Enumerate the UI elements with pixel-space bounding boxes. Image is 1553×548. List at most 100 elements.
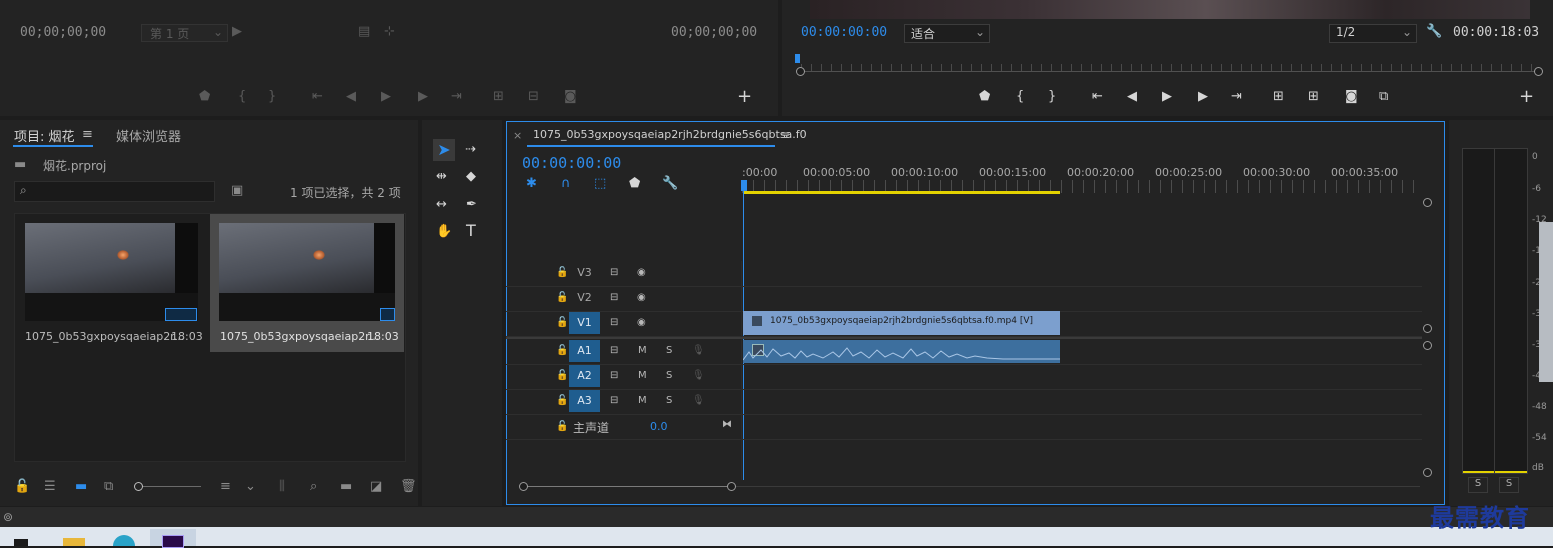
- go-to-in-icon[interactable]: ⇤: [1092, 89, 1103, 105]
- solo-right-button[interactable]: S: [1499, 477, 1519, 493]
- chevron-down-icon[interactable]: ⌄: [245, 479, 256, 495]
- automate-icon[interactable]: ⫼: [279, 479, 285, 495]
- overwrite-icon[interactable]: ⊟: [528, 89, 539, 105]
- zoom-slider[interactable]: [139, 486, 201, 487]
- step-forward-icon[interactable]: ▶: [418, 89, 428, 105]
- sync-lock-icon[interactable]: ⊟: [610, 344, 618, 358]
- program-timecode[interactable]: 00:00:00:00: [801, 25, 887, 40]
- track-label[interactable]: V1: [569, 312, 600, 334]
- lock-icon[interactable]: 🔓: [556, 316, 568, 330]
- type-tool-icon[interactable]: T: [466, 223, 476, 239]
- mark-out-icon[interactable]: }: [268, 89, 276, 105]
- resolution-select[interactable]: 1/2 ⌄: [1329, 24, 1417, 43]
- mark-out-icon[interactable]: }: [1048, 89, 1056, 105]
- linked-selection-icon[interactable]: ⬚: [594, 176, 606, 192]
- scroll-handle-right[interactable]: [1534, 67, 1543, 76]
- fit-select[interactable]: 适合 ⌄: [904, 24, 990, 43]
- camera-icon[interactable]: ◙: [1345, 89, 1358, 105]
- timeline-settings-icon[interactable]: 🔧: [662, 176, 678, 192]
- mark-in-icon[interactable]: {: [238, 89, 246, 105]
- track-label[interactable]: V2: [569, 287, 600, 309]
- sync-lock-icon[interactable]: ⊟: [610, 394, 618, 408]
- microphone-icon[interactable]: 🎙: [692, 344, 705, 358]
- panel-menu-icon[interactable]: ≡: [82, 127, 93, 142]
- selection-tool-icon[interactable]: ➤: [433, 139, 455, 161]
- program-scrub-bar[interactable]: [801, 71, 1538, 72]
- solo-left-button[interactable]: S: [1468, 477, 1488, 493]
- lock-icon[interactable]: 🔓: [556, 344, 568, 358]
- play-button-icon[interactable]: ▶: [381, 89, 391, 105]
- go-to-in-icon[interactable]: ⇤: [312, 89, 323, 105]
- go-to-out-icon[interactable]: ⇥: [451, 89, 462, 105]
- zoom-slider-handle[interactable]: [134, 482, 143, 491]
- microphone-icon[interactable]: 🎙: [692, 394, 705, 408]
- audio-clip[interactable]: [743, 340, 1060, 363]
- h-scroll-left[interactable]: [519, 482, 528, 491]
- sort-icon[interactable]: ≡: [220, 479, 231, 495]
- sync-lock-icon[interactable]: ⊟: [610, 316, 618, 330]
- source-timecode[interactable]: 00;00;00;00: [20, 25, 106, 40]
- play-button-icon[interactable]: ▶: [1162, 89, 1172, 105]
- lock-icon[interactable]: 🔓: [14, 479, 30, 495]
- sync-lock-icon[interactable]: ⊟: [610, 291, 618, 305]
- solo-button[interactable]: S: [666, 344, 672, 358]
- step-back-icon[interactable]: ◀: [1127, 89, 1137, 105]
- export-frame-icon[interactable]: ▤: [358, 24, 370, 40]
- close-icon[interactable]: ×: [513, 128, 522, 144]
- freeform-view-icon[interactable]: ⧉: [104, 479, 113, 495]
- work-area-bar[interactable]: [744, 191, 1060, 194]
- comparison-view-icon[interactable]: ⧉: [1379, 89, 1388, 105]
- creative-cloud-icon[interactable]: ⊚: [3, 509, 13, 525]
- marker-icon[interactable]: ⬟: [979, 89, 990, 105]
- solo-button[interactable]: S: [666, 369, 672, 383]
- eye-icon[interactable]: ◉: [637, 316, 646, 330]
- sync-lock-icon[interactable]: ⊟: [610, 266, 618, 280]
- step-forward-icon[interactable]: ▶: [1198, 89, 1208, 105]
- new-item-icon[interactable]: ◪: [370, 479, 382, 495]
- track-label[interactable]: V3: [569, 262, 600, 284]
- lift-icon[interactable]: ⊞: [1273, 89, 1284, 105]
- lock-icon[interactable]: 🔓: [556, 394, 568, 408]
- v-scroll-top[interactable]: [1423, 341, 1432, 350]
- sequence-menu-icon[interactable]: ≡: [780, 128, 790, 142]
- add-marker-icon[interactable]: ⬟: [629, 176, 640, 192]
- h-scroll-right[interactable]: [727, 482, 736, 491]
- v-scroll-bottom[interactable]: [1423, 324, 1432, 333]
- track-select-icon[interactable]: ⇢: [465, 142, 476, 158]
- v-scroll-top[interactable]: [1423, 198, 1432, 207]
- mute-button[interactable]: M: [638, 344, 647, 358]
- scroll-handle-left[interactable]: [796, 67, 805, 76]
- camera-icon[interactable]: ◙: [564, 89, 577, 105]
- microphone-icon[interactable]: 🎙: [692, 369, 705, 383]
- timeline-timecode[interactable]: 00:00:00:00: [522, 154, 621, 172]
- windows-start-icon[interactable]: [14, 539, 28, 546]
- project-item[interactable]: 1075_0b53gxpoysqaeiap2r... 18:03: [15, 214, 209, 352]
- master-volume[interactable]: 0.0: [650, 420, 668, 433]
- eye-icon[interactable]: ◉: [637, 291, 646, 305]
- h-scroll-thumb[interactable]: [524, 486, 731, 487]
- extract-icon[interactable]: ⊞: [1308, 89, 1319, 105]
- file-explorer-icon[interactable]: [63, 538, 85, 546]
- lock-icon[interactable]: 🔓: [556, 291, 568, 305]
- premiere-pro-taskbar-icon[interactable]: [150, 529, 196, 548]
- add-button-icon[interactable]: +: [1519, 88, 1534, 106]
- mute-button[interactable]: M: [638, 369, 647, 383]
- new-bin-icon[interactable]: ▬: [340, 479, 352, 495]
- trash-icon[interactable]: 🗑: [400, 479, 417, 495]
- nest-icon[interactable]: ✱: [526, 176, 537, 192]
- settings-icon[interactable]: ⊹: [384, 24, 395, 40]
- eye-icon[interactable]: ◉: [637, 266, 646, 280]
- track-label[interactable]: A3: [569, 390, 600, 412]
- project-item-selected[interactable]: 1075_0b53gxpoysqaeiap2r... 18:03: [210, 214, 404, 352]
- list-view-icon[interactable]: ☰: [44, 479, 56, 495]
- search-input[interactable]: ⌕: [14, 181, 215, 202]
- tab-media-browser[interactable]: 媒体浏览器: [116, 126, 181, 145]
- track-label[interactable]: A1: [569, 340, 600, 362]
- add-button-icon[interactable]: +: [737, 88, 752, 106]
- razor-icon[interactable]: ◆: [466, 169, 476, 185]
- find-icon[interactable]: ⌕: [310, 479, 317, 495]
- track-label[interactable]: A2: [569, 365, 600, 387]
- slip-icon[interactable]: ↔: [436, 197, 447, 213]
- pen-icon[interactable]: ✒: [466, 197, 477, 213]
- go-to-out-icon[interactable]: ⇥: [1231, 89, 1242, 105]
